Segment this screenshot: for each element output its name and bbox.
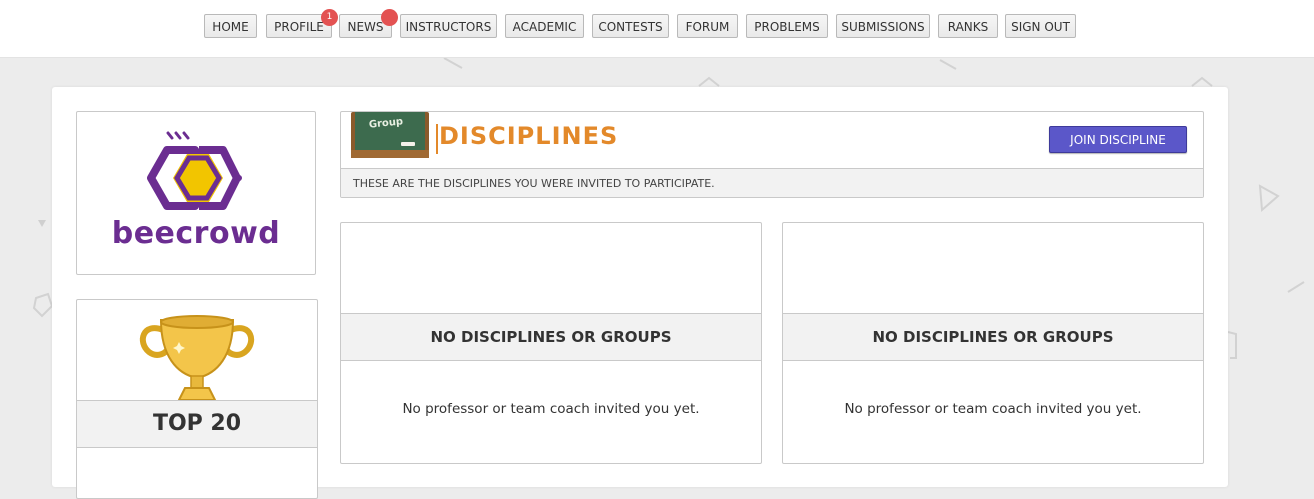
nav-sign-out[interactable]: SIGN OUT (1005, 14, 1076, 38)
disciplines-header: Group DISCIPLINES JOIN DISCIPLINE THESE … (340, 111, 1204, 198)
nav-home[interactable]: HOME (204, 14, 257, 38)
discipline-panel: NO DISCIPLINES OR GROUPS No professor or… (340, 222, 762, 464)
panel-message: No professor or team coach invited you y… (402, 401, 700, 417)
logo-box[interactable]: beecrowd (76, 111, 316, 275)
nav-problems[interactable]: PROBLEMS (746, 14, 828, 38)
panel-title: NO DISCIPLINES OR GROUPS (341, 313, 761, 361)
panel-message: No professor or team coach invited you y… (844, 401, 1142, 417)
top-navigation-bar: HOME PROFILE 1 NEWS INSTRUCTORS ACADEMIC… (0, 0, 1314, 58)
group-panel: NO DISCIPLINES OR GROUPS No professor or… (782, 222, 1204, 464)
panel-title: NO DISCIPLINES OR GROUPS (783, 313, 1203, 361)
logo-wordmark: beecrowd (111, 216, 281, 251)
title-accent-bar (436, 124, 438, 154)
nav-forum[interactable]: FORUM (677, 14, 738, 38)
top20-label: TOP 20 (77, 400, 317, 448)
nav-academic[interactable]: ACADEMIC (505, 14, 584, 38)
nav-ranks[interactable]: RANKS (938, 14, 998, 38)
trophy-icon (139, 315, 255, 401)
nav-contests[interactable]: CONTESTS (592, 14, 669, 38)
top20-box[interactable]: TOP 20 (76, 299, 318, 499)
main-content-card: beecrowd TOP 20 Group DISCIPLINES JOIN D… (52, 87, 1228, 499)
nav-instructors[interactable]: INSTRUCTORS (400, 14, 497, 38)
beecrowd-logo-icon (147, 131, 242, 210)
disciplines-subtitle: THESE ARE THE DISCIPLINES YOU WERE INVIT… (341, 168, 1203, 197)
profile-notification-badge: 1 (321, 9, 338, 26)
news-notification-dot (381, 9, 398, 26)
page-title: DISCIPLINES (439, 122, 619, 150)
join-discipline-button[interactable]: JOIN DISCIPLINE (1049, 126, 1187, 153)
group-chalkboard-icon: Group (351, 112, 429, 160)
nav-submissions[interactable]: SUBMISSIONS (836, 14, 930, 38)
